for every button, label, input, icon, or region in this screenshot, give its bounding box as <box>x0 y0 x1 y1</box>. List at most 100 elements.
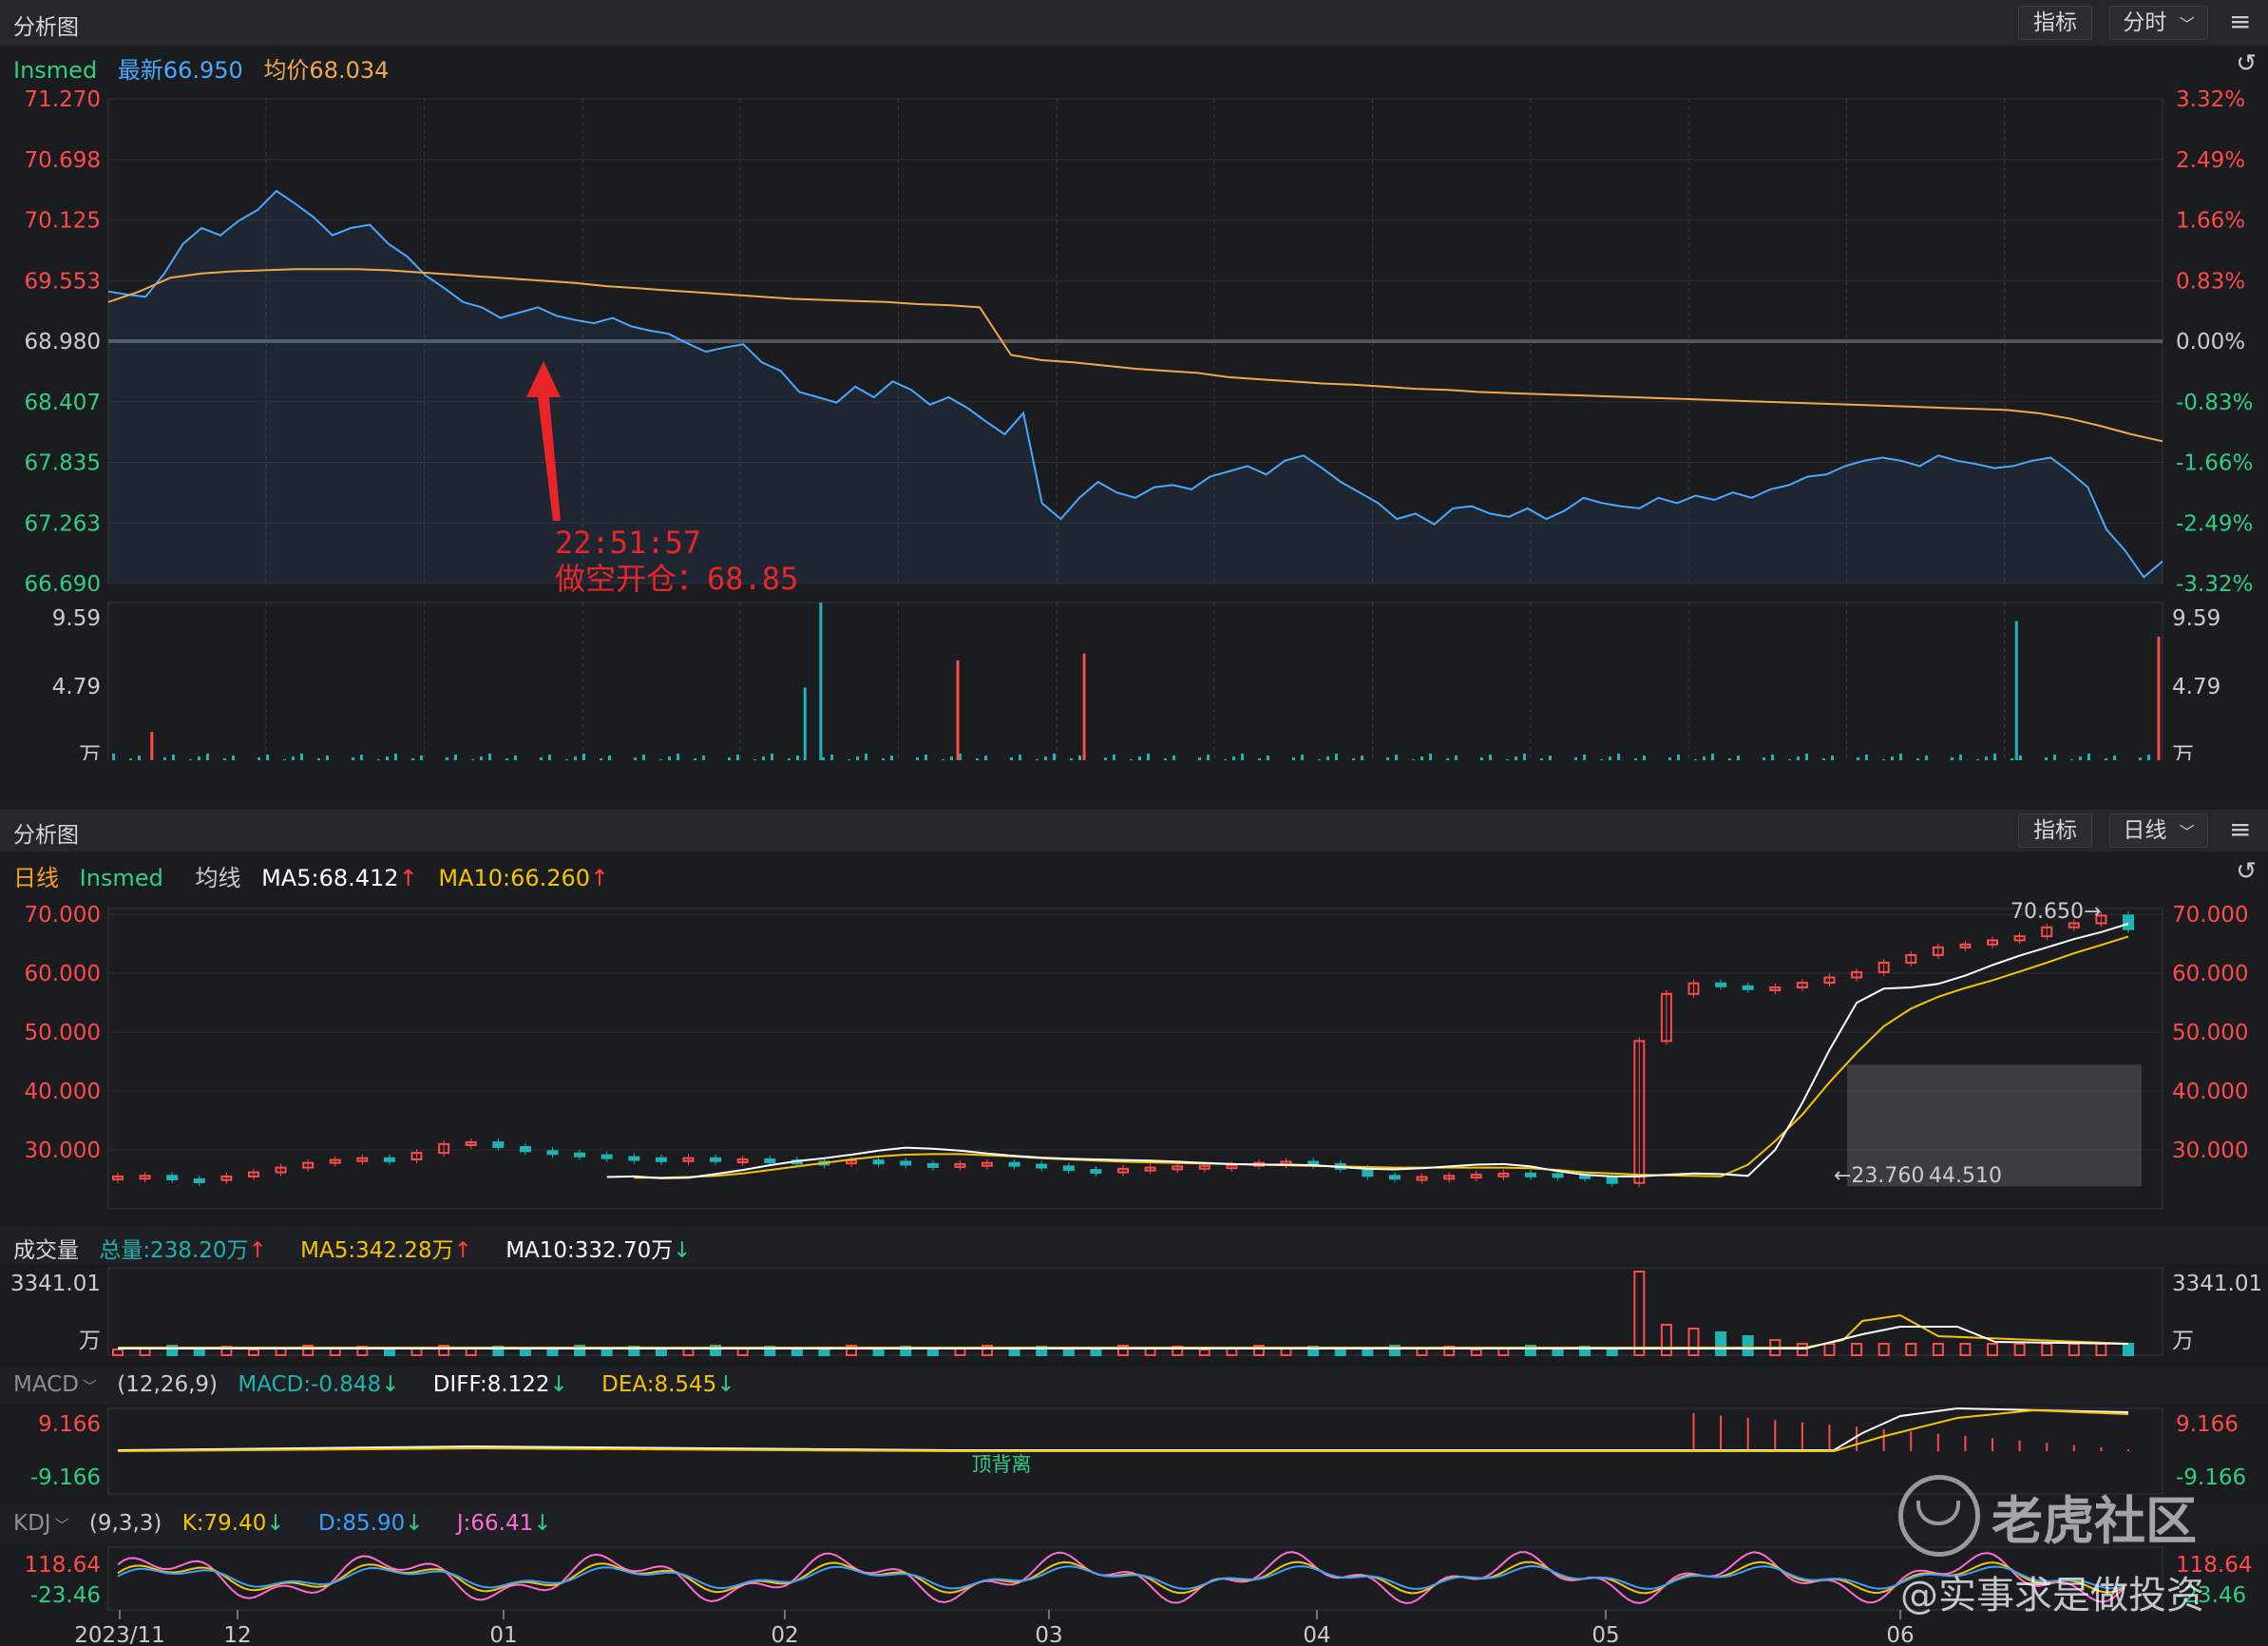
reset-icon[interactable]: ↺ <box>2236 857 2257 886</box>
ma10-value: MA10:66.260 <box>438 865 591 891</box>
volume-spike-bar <box>956 660 960 760</box>
volume-bar <box>1480 757 1483 760</box>
candle-body <box>275 1166 287 1174</box>
arrow-down-icon: ↓ <box>381 1372 400 1397</box>
volume-bar <box>488 754 491 760</box>
chevron-down-icon[interactable]: ﹀ <box>83 1378 97 1395</box>
volume-bar <box>112 754 115 760</box>
daily-volume-bar <box>1497 1347 1510 1356</box>
candle-body <box>1172 1165 1184 1171</box>
volume-bar <box>1634 758 1637 760</box>
daily-volume-bar <box>764 1346 776 1356</box>
daily-volume-bar <box>1172 1346 1184 1356</box>
watermark-author: @实事求是做投资 <box>1900 1574 2204 1617</box>
daily-volume-unit: 万 <box>2172 1329 2194 1353</box>
daily-volume-bar <box>1851 1343 1863 1356</box>
volume-bar <box>976 758 979 760</box>
candle-body <box>1823 976 1836 985</box>
indicator-button-2[interactable]: 指标 <box>2018 813 2092 848</box>
daily-volume-bar <box>1796 1343 1808 1356</box>
volume-bar <box>1138 756 1141 760</box>
daily-volume-bar <box>954 1347 966 1356</box>
volume-bar <box>2045 757 2048 760</box>
daily-volume-bar <box>1090 1347 1102 1356</box>
chevron-down-icon[interactable]: ﹀ <box>55 1517 69 1534</box>
j-value: J:66.41 <box>456 1511 534 1536</box>
volume-legend: 成交量 总量:238.20万↑ MA5:342.28万↑ MA10:332.70… <box>13 1232 705 1264</box>
period-dropdown-label-2: 日线 <box>2123 818 2167 843</box>
daily-volume-bar <box>1036 1346 1048 1356</box>
daily-price-tick: 30.000 <box>2172 1139 2248 1163</box>
volume-bar <box>1386 757 1389 760</box>
candle-body <box>302 1161 314 1169</box>
range-label: 44.510 <box>1929 1164 2002 1188</box>
kdj-title[interactable]: KDJ <box>13 1511 51 1536</box>
candle-body <box>1932 946 1944 956</box>
dea-value: DEA:8.545 <box>601 1372 717 1397</box>
volume-bar <box>1993 754 1996 760</box>
ma5-line <box>606 923 2129 1179</box>
daily-volume-bar <box>1470 1349 1482 1356</box>
volume-bar <box>1113 755 1115 760</box>
volume-bar <box>1207 755 1210 760</box>
candle-body <box>519 1145 531 1153</box>
arrow-up-icon: ↑ <box>248 1238 267 1263</box>
candle-body <box>1362 1167 1374 1177</box>
volume-bar <box>1412 759 1415 760</box>
volume-bar <box>1916 758 1919 760</box>
candle-body <box>166 1175 179 1181</box>
daily-volume-bar <box>1416 1348 1428 1356</box>
daily-volume-bar <box>1715 1331 1727 1356</box>
kdj-tick: 118.64 <box>25 1553 101 1578</box>
volume-bar <box>1711 754 1714 760</box>
volume-bar <box>2139 757 2142 760</box>
bottom-legend: 日线 Insmed 均线 MA5:68.412↑ MA10:66.260↑ <box>13 859 622 892</box>
candle-body <box>574 1152 586 1158</box>
daily-volume-bar <box>1769 1339 1782 1356</box>
diff-value: DIFF:8.122 <box>432 1372 550 1397</box>
candle-body <box>1144 1166 1156 1172</box>
price-tick-label: 68.980 <box>25 330 101 354</box>
volume-ma5: MA5:342.28万 <box>300 1238 454 1263</box>
period-dropdown-2[interactable]: 日线 ﹀ <box>2109 813 2208 848</box>
pct-tick-label: 2.49% <box>2176 148 2245 173</box>
kdj-j-line <box>117 1551 2125 1605</box>
candle-body <box>736 1158 749 1163</box>
daily-volume-bar <box>275 1347 287 1356</box>
daily-volume-bar <box>2123 1343 2134 1356</box>
ma-label: 均线 <box>195 865 241 891</box>
macd-title[interactable]: MACD <box>13 1372 79 1397</box>
ma5-value: MA5:68.412 <box>261 865 399 891</box>
volume-bar <box>753 759 756 760</box>
daily-volume-bar <box>600 1348 613 1356</box>
volume-bar <box>659 759 662 760</box>
candle-body <box>1606 1177 1618 1184</box>
candle-body <box>139 1175 151 1180</box>
arrow-down-icon: ↓ <box>716 1372 735 1397</box>
daily-volume-bar <box>1932 1343 1944 1356</box>
arrow-up-icon: ↑ <box>453 1238 472 1263</box>
volume-tick-label: 4.79 <box>52 675 101 699</box>
candle-body <box>1443 1175 1456 1180</box>
pct-tick-label: -2.49% <box>2176 511 2253 536</box>
macd-divergence-label: 顶背离 <box>972 1453 1032 1476</box>
volume-spike-bar <box>2014 621 2018 760</box>
candle-body <box>1252 1161 1265 1167</box>
candle-body <box>872 1159 885 1165</box>
volume-bar <box>163 757 166 760</box>
candle-body <box>926 1162 939 1168</box>
candle-body <box>846 1159 858 1165</box>
volume-bar <box>1549 756 1552 760</box>
volume-bar <box>1540 758 1543 760</box>
daily-volume-bar <box>1579 1346 1591 1356</box>
volume-bar <box>1019 755 1021 760</box>
volume-bar <box>942 759 944 760</box>
intraday-chart: 71.270 70.698 70.125 69.553 68.980 68.407 67.8… <box>25 87 2253 760</box>
volume-bar <box>1172 756 1175 760</box>
volume-bar <box>129 758 132 760</box>
volume-tick-label: 9.59 <box>2172 606 2220 631</box>
candle-body <box>1660 992 1672 1043</box>
date-tick-label: 01 <box>489 1623 517 1646</box>
menu-icon[interactable]: ≡ <box>2229 813 2251 845</box>
volume-bar <box>1891 756 1894 760</box>
